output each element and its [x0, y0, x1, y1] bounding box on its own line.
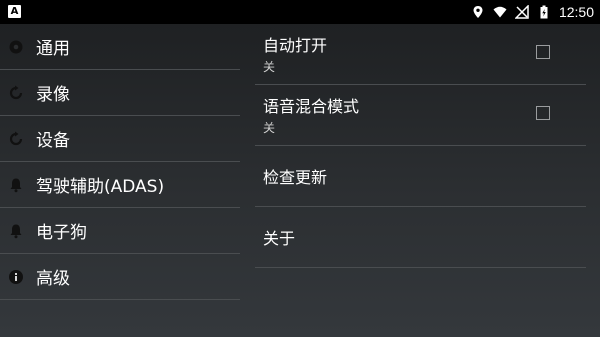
setting-audio-mix[interactable]: 语音混合模式 关: [255, 85, 586, 146]
info-icon: [9, 269, 23, 284]
settings-content: 自动打开 关 语音混合模式 关 检查更新 关于: [255, 24, 586, 268]
setting-value: 关: [263, 60, 276, 74]
sidebar-item-label: 驾驶辅助(ADAS): [36, 177, 165, 197]
no-signal-icon: [514, 5, 529, 19]
bell-icon: [10, 224, 22, 238]
sidebar-item-recording[interactable]: 录像: [0, 70, 240, 116]
setting-title: 关于: [263, 229, 296, 248]
setting-auto-open[interactable]: 自动打开 关: [255, 24, 586, 85]
bell-icon: [10, 178, 22, 192]
clock: 12:50: [558, 4, 594, 20]
refresh-icon: [9, 131, 23, 145]
setting-title: 自动打开: [263, 36, 328, 55]
sidebar-item-general[interactable]: 通用: [0, 24, 240, 70]
auto-open-checkbox[interactable]: [536, 45, 550, 59]
sidebar-item-speed-camera[interactable]: 电子狗: [0, 208, 240, 254]
location-icon: [473, 6, 483, 18]
setting-value: 关: [263, 121, 276, 135]
sidebar-item-label: 设备: [36, 131, 70, 151]
status-bar: A 12:50: [0, 0, 600, 24]
sidebar-item-label: 录像: [36, 85, 70, 105]
sidebar-item-advanced[interactable]: 高级: [0, 254, 240, 300]
audio-mix-checkbox[interactable]: [536, 106, 550, 120]
settings-sidebar: 通用 录像 设备 驾驶辅助(ADAS) 电子狗 高级: [0, 24, 240, 300]
sidebar-item-label: 电子狗: [36, 223, 87, 243]
refresh-icon: [9, 85, 23, 99]
wifi-icon: [493, 6, 507, 18]
sidebar-item-label: 通用: [36, 39, 70, 59]
sidebar-item-label: 高级: [36, 269, 70, 289]
setting-title: 语音混合模式: [263, 97, 360, 116]
settings-icon: [9, 40, 23, 53]
setting-title: 检查更新: [263, 168, 328, 187]
battery-charging-icon: [540, 5, 548, 19]
status-icons: 12:50: [471, 0, 594, 24]
app-notification-icon: A: [8, 5, 21, 18]
sidebar-item-device[interactable]: 设备: [0, 116, 240, 162]
setting-about[interactable]: 关于: [255, 207, 586, 268]
setting-check-update[interactable]: 检查更新: [255, 146, 586, 207]
sidebar-item-adas[interactable]: 驾驶辅助(ADAS): [0, 162, 240, 208]
